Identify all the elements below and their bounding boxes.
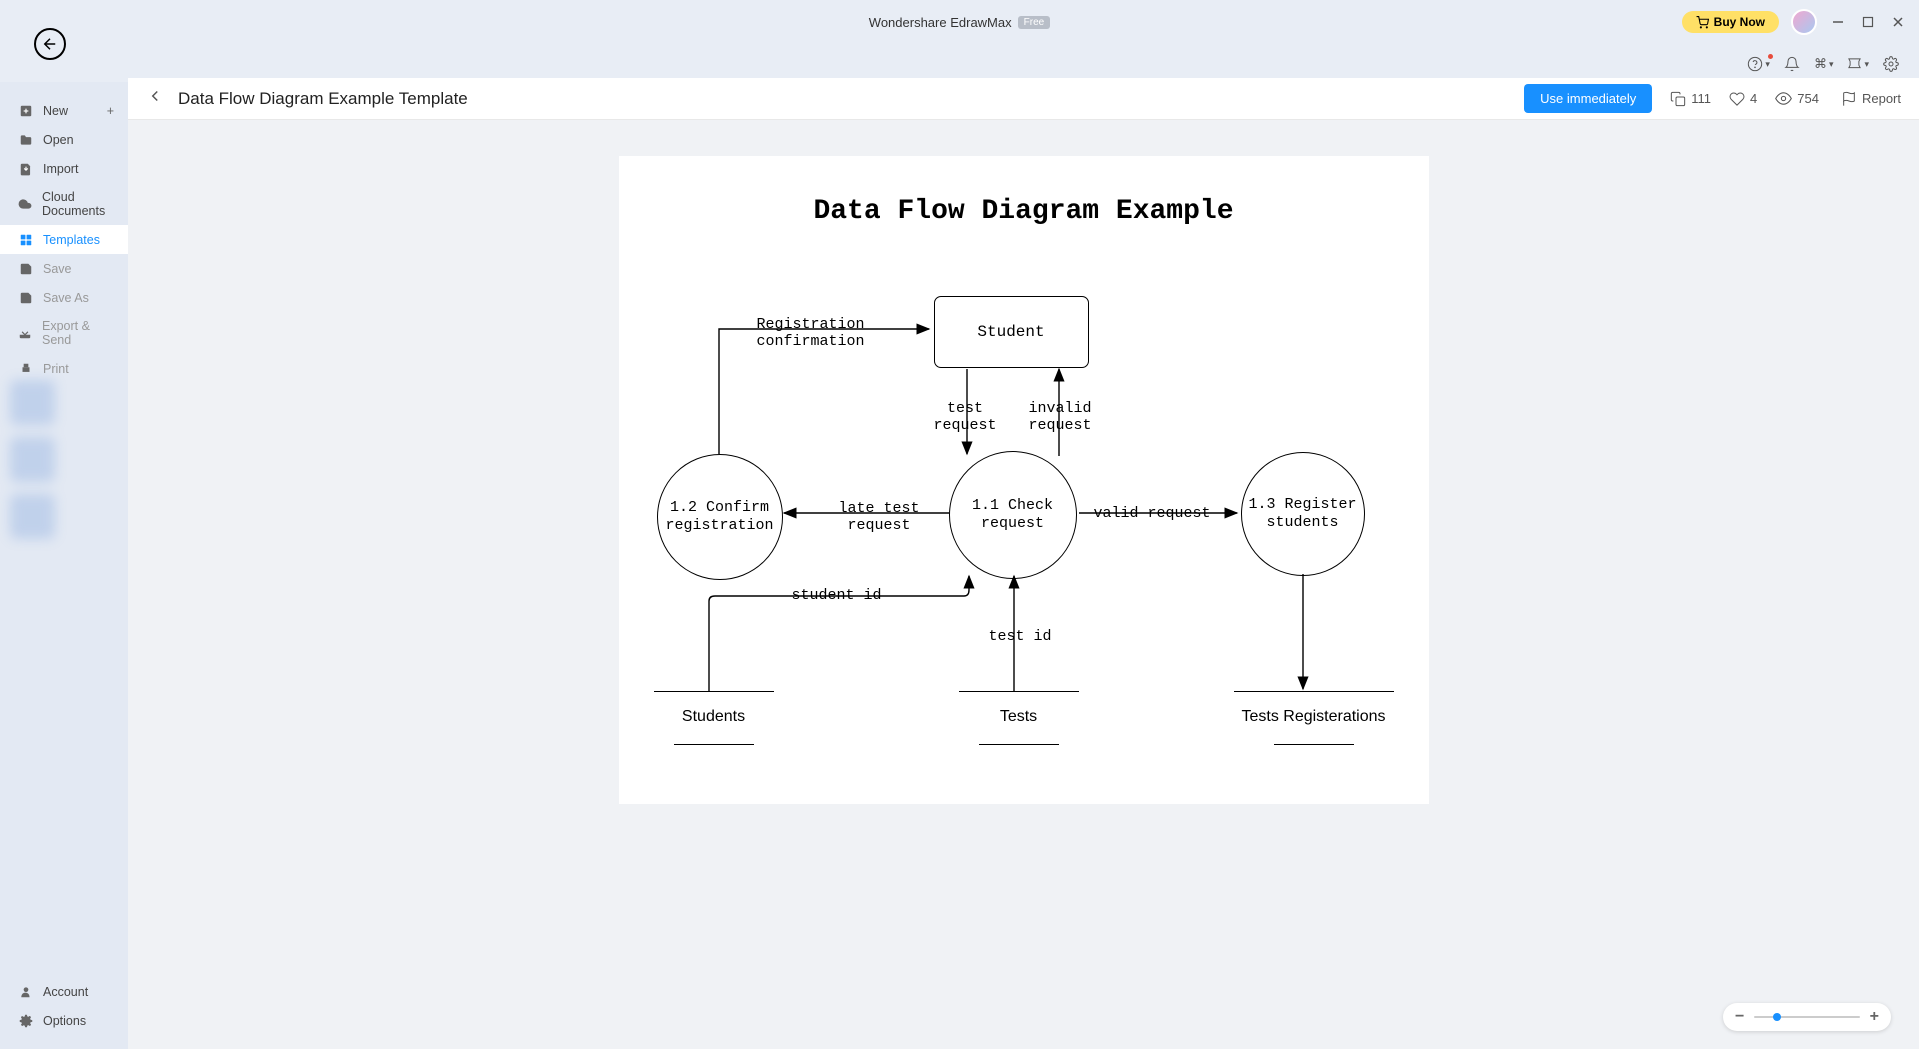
- zoom-slider[interactable]: [1754, 1016, 1859, 1018]
- report-button[interactable]: Report: [1841, 91, 1901, 107]
- main-content: Data Flow Diagram Example Template Use i…: [128, 78, 1919, 1049]
- sidebar-item-label: Export & Send: [42, 319, 110, 347]
- buy-now-label: Buy Now: [1714, 15, 1765, 29]
- stat-value: 4: [1750, 91, 1757, 106]
- template-topbar: Data Flow Diagram Example Template Use i…: [128, 78, 1919, 120]
- flow-label: valid request: [1094, 505, 1211, 522]
- views-stat[interactable]: 754: [1775, 90, 1819, 107]
- stat-value: 754: [1797, 91, 1819, 106]
- datastore-testsreg: Tests Registerations: [1224, 691, 1404, 745]
- export-icon: [18, 326, 32, 341]
- process-13: 1.3 Register students: [1241, 452, 1365, 576]
- flow-label: test id: [989, 628, 1052, 645]
- process-11: 1.1 Check request: [949, 451, 1077, 579]
- zoom-out-button[interactable]: −: [1735, 1008, 1744, 1026]
- sidebar-item-label: Cloud Documents: [42, 190, 110, 218]
- desktop-background-blur: [10, 380, 120, 730]
- datastore-label: Students: [654, 708, 774, 726]
- stat-value: 111: [1691, 91, 1711, 106]
- import-icon: [18, 161, 33, 176]
- flow-label: invalid request: [1029, 400, 1092, 435]
- back-button[interactable]: [34, 28, 66, 60]
- sidebar-item-export[interactable]: Export & Send: [0, 312, 128, 354]
- shortcuts-icon[interactable]: ⌘▾: [1814, 56, 1834, 72]
- sidebar-item-label: Options: [43, 1014, 86, 1028]
- app-title: Wondershare EdrawMax: [869, 15, 1012, 30]
- maximize-button[interactable]: [1859, 13, 1877, 31]
- sidebar-item-label: Templates: [43, 233, 100, 247]
- toolstrip: ▾ ⌘▾ ▾: [1747, 50, 1899, 78]
- canvas-area[interactable]: Data Flow Diagram Example: [128, 120, 1919, 1049]
- process-12: 1.2 Confirm registration: [657, 454, 783, 580]
- bell-icon[interactable]: [1784, 56, 1800, 72]
- sidebar-item-account[interactable]: Account: [0, 977, 128, 1006]
- sidebar-item-label: New: [43, 104, 68, 118]
- report-label: Report: [1862, 91, 1901, 106]
- plus-square-icon: [18, 103, 33, 118]
- sidebar-item-cloud[interactable]: Cloud Documents: [0, 183, 128, 225]
- datastore-label: Tests: [959, 708, 1079, 726]
- flow-label: test request: [934, 400, 997, 435]
- user-icon: [18, 984, 33, 999]
- cart-icon: [1696, 16, 1709, 29]
- arrow-left-icon: [41, 35, 59, 53]
- page-title: Data Flow Diagram Example Template: [178, 89, 1524, 109]
- print-icon: [18, 361, 33, 376]
- sidebar-item-new[interactable]: New +: [0, 96, 128, 125]
- save-icon: [18, 261, 33, 276]
- use-immediately-button[interactable]: Use immediately: [1524, 84, 1652, 113]
- eye-icon: [1775, 90, 1792, 107]
- likes-stat[interactable]: 4: [1729, 91, 1757, 107]
- cloud-icon: [18, 197, 32, 212]
- back-chevron[interactable]: [146, 87, 164, 110]
- sidebar-item-import[interactable]: Import: [0, 154, 128, 183]
- plus-icon[interactable]: +: [107, 104, 114, 118]
- zoom-control: − +: [1723, 1003, 1891, 1031]
- sidebar-item-options[interactable]: Options: [0, 1006, 128, 1035]
- folder-icon: [18, 132, 33, 147]
- free-badge: Free: [1018, 16, 1051, 29]
- titlebar: Wondershare EdrawMax Free Buy Now: [0, 0, 1919, 44]
- help-icon[interactable]: ▾: [1747, 56, 1770, 72]
- sidebar-item-save[interactable]: Save: [0, 254, 128, 283]
- sidebar-item-label: Account: [43, 985, 88, 999]
- close-button[interactable]: [1889, 13, 1907, 31]
- zoom-thumb[interactable]: [1773, 1013, 1781, 1021]
- sidebar-item-label: Save: [43, 262, 72, 276]
- datastore-label: Tests Registerations: [1224, 708, 1404, 726]
- gear-icon: [18, 1013, 33, 1028]
- flow-label: student id: [792, 587, 882, 604]
- sidebar-item-print[interactable]: Print: [0, 354, 128, 383]
- datastore-tests: Tests: [959, 691, 1079, 745]
- copy-icon: [1670, 91, 1686, 107]
- sidebar-item-label: Print: [43, 362, 69, 376]
- pin-icon[interactable]: ▾: [1847, 57, 1869, 72]
- datastore-students: Students: [654, 691, 774, 745]
- entity-student: Student: [934, 296, 1089, 368]
- sidebar-item-label: Save As: [43, 291, 89, 305]
- buy-now-button[interactable]: Buy Now: [1682, 11, 1779, 33]
- flag-icon: [1841, 91, 1857, 107]
- copies-stat[interactable]: 111: [1670, 91, 1711, 107]
- flow-label: late test request: [839, 500, 920, 535]
- flow-label: Registration confirmation: [757, 316, 865, 351]
- sidebar-item-label: Open: [43, 133, 74, 147]
- templates-icon: [18, 232, 33, 247]
- zoom-in-button[interactable]: +: [1870, 1008, 1879, 1026]
- sidebar-item-saveas[interactable]: Save As: [0, 283, 128, 312]
- sidebar-item-open[interactable]: Open: [0, 125, 128, 154]
- sidebar-item-label: Import: [43, 162, 78, 176]
- sidebar-item-templates[interactable]: Templates: [0, 225, 128, 254]
- diagram-canvas: Data Flow Diagram Example: [619, 156, 1429, 804]
- save-as-icon: [18, 290, 33, 305]
- heart-icon: [1729, 91, 1745, 107]
- avatar[interactable]: [1791, 9, 1817, 35]
- diagram-title: Data Flow Diagram Example: [619, 196, 1429, 227]
- settings-icon[interactable]: [1883, 56, 1899, 72]
- minimize-button[interactable]: [1829, 13, 1847, 31]
